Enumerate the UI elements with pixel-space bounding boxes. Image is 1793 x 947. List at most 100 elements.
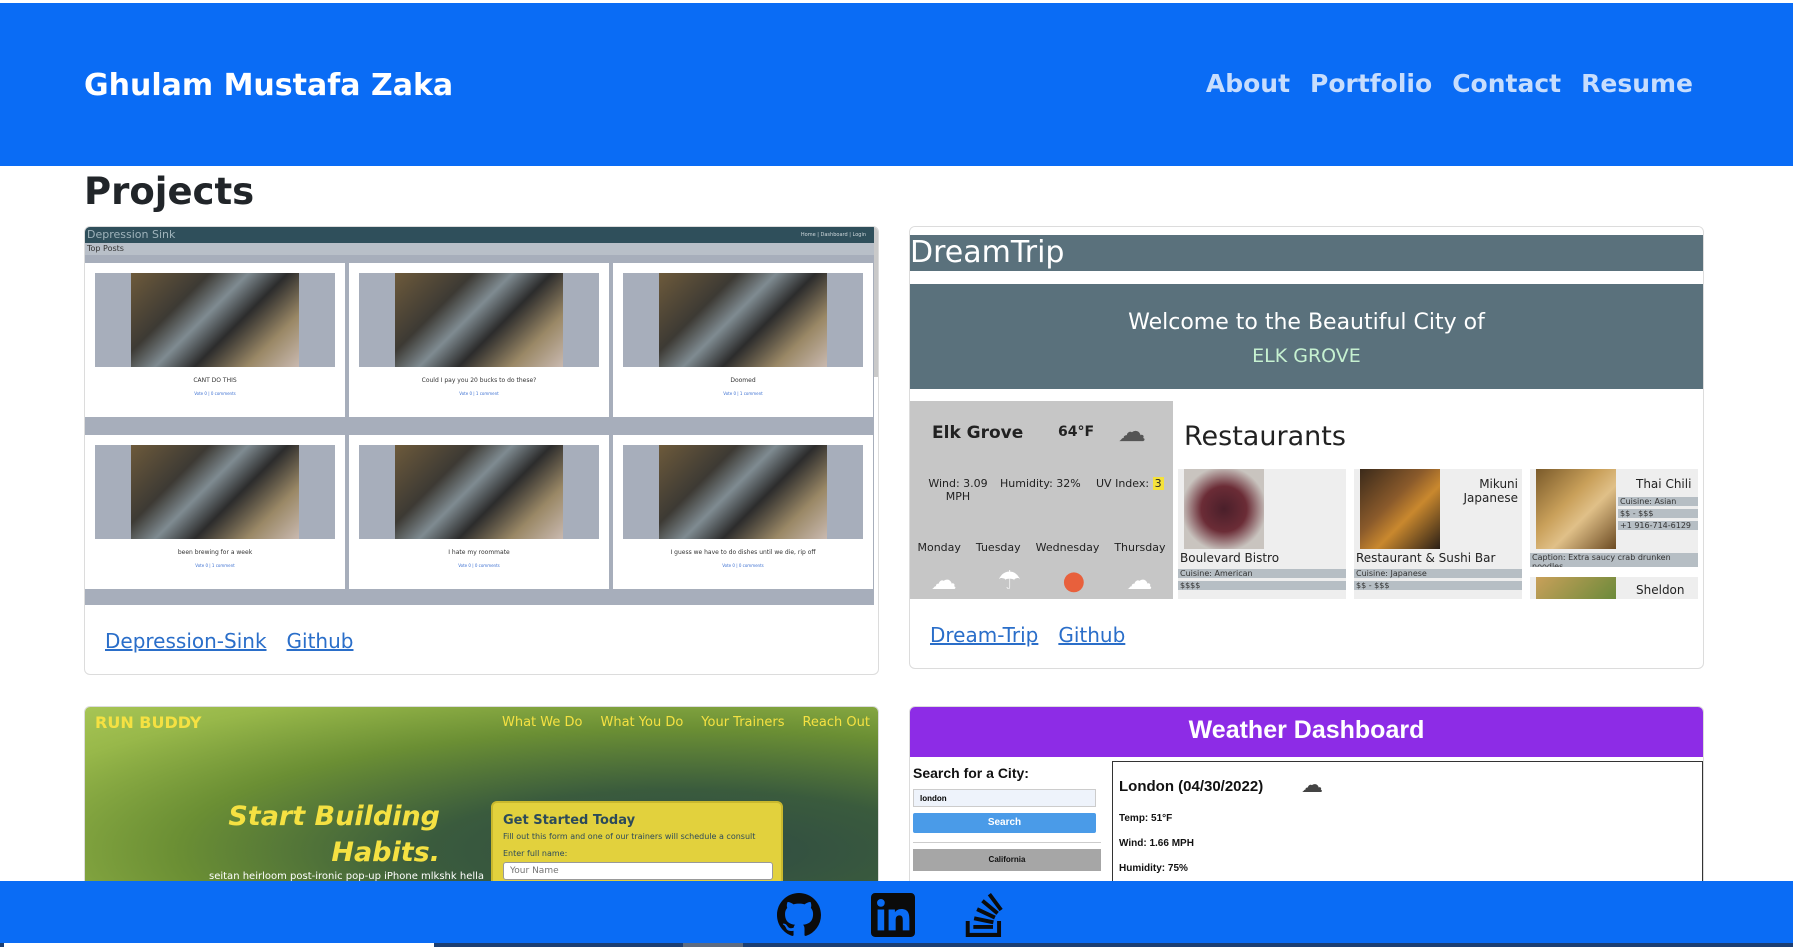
- restaurant-tag: Mikuni Japanese: [1463, 477, 1519, 505]
- depression-sink-link[interactable]: Depression-Sink: [105, 629, 267, 653]
- form-title: Get Started Today: [503, 813, 636, 828]
- nav-contact[interactable]: Contact: [1452, 69, 1561, 98]
- restaurant-image: [1184, 469, 1264, 549]
- project-links: Dream-Trip Github: [930, 623, 1125, 647]
- restaurant-caption: Caption: Extra saucy crab drunken noodle…: [1530, 553, 1698, 567]
- preview-post: CANT DO THIS Vote 0 | 0 comments: [85, 263, 345, 417]
- preview-hero: Welcome to the Beautiful City of ELK GRO…: [910, 284, 1703, 389]
- linkedin-icon[interactable]: [871, 893, 915, 937]
- preview-app-title: DreamTrip: [910, 235, 1703, 271]
- post-caption: I hate my roommate: [448, 549, 510, 556]
- stackoverflow-icon[interactable]: [963, 893, 1007, 937]
- weather-humidity: Humidity: 32%: [1000, 477, 1081, 490]
- current-humidity: Humidity: 75%: [1119, 863, 1188, 874]
- brand-name[interactable]: Ghulam Mustafa Zaka: [84, 68, 453, 103]
- cloud-icon: ☁: [1118, 415, 1146, 448]
- nav-resume[interactable]: Resume: [1581, 69, 1693, 98]
- post-meta: Vote 0 | 0 comments: [722, 563, 764, 568]
- cloud-icon: ☁: [930, 566, 957, 596]
- forecast-icons: ☁ ☂ ● ☁: [910, 566, 1173, 596]
- restaurants-title: Restaurants: [1184, 421, 1346, 452]
- divider: [913, 842, 1101, 843]
- restaurant-name: Boulevard Bistro: [1180, 551, 1280, 565]
- preview-subheader: Top Posts: [85, 243, 874, 255]
- depression-sink-github-link[interactable]: Github: [287, 629, 354, 653]
- page-title: Projects: [84, 170, 255, 213]
- current-wind: Wind: 1.66 MPH: [1119, 838, 1194, 849]
- forecast-day: Wednesday: [1035, 541, 1100, 554]
- history-city-button: California: [913, 849, 1101, 871]
- post-meta: Vote 0 | 1 comment: [195, 563, 235, 568]
- post-meta: Vote 0 | 1 comment: [723, 391, 763, 396]
- preview-nav-item: What We Do: [502, 715, 583, 730]
- preview-weather-panel: Elk Grove 64°F ☁ Wind: 3.09 MPH Humidity…: [910, 401, 1173, 599]
- horizontal-scrollbar[interactable]: [0, 943, 1793, 947]
- weather-city: Elk Grove: [932, 423, 1024, 443]
- form-subtitle: Fill out this form and one of our traine…: [503, 832, 756, 841]
- preview-nav: What We Do What You Do Your Trainers Rea…: [502, 715, 870, 730]
- restaurant-name: Restaurant & Sushi Bar: [1356, 551, 1496, 565]
- restaurant-price: $$$$: [1178, 581, 1346, 590]
- post-caption: Doomed: [730, 377, 756, 384]
- preview-search-panel: Search for a City: Search California: [913, 765, 1103, 871]
- restaurant-price: $$ - $$$: [1354, 581, 1522, 590]
- preview-title: Weather Dashboard: [910, 707, 1703, 757]
- post-meta: Vote 0 | 0 comments: [458, 563, 500, 568]
- hero-welcome: Welcome to the Beautiful City of: [1128, 310, 1485, 335]
- post-image: [95, 445, 335, 539]
- preview-post: I guess we have to do dishes until we di…: [613, 435, 873, 589]
- preview-nav-text: Home | Dashboard | Login: [800, 232, 866, 238]
- project-screenshot[interactable]: DreamTrip Welcome to the Beautiful City …: [910, 227, 1703, 599]
- restaurant-card: Boulevard Bistro Cuisine: American $$$$: [1178, 469, 1346, 599]
- restaurant-image: [1536, 577, 1616, 599]
- scrollbar-marker: [683, 943, 743, 947]
- site-header: Ghulam Mustafa Zaka About Portfolio Cont…: [0, 3, 1793, 166]
- project-card-depression-sink: Depression Sink Home | Dashboard | Login…: [84, 226, 879, 675]
- post-meta: Vote 0 | 1 comment: [459, 391, 499, 396]
- hero-line: Habits.: [331, 837, 440, 868]
- hero-line: Start Building: [228, 801, 440, 832]
- nav-portfolio[interactable]: Portfolio: [1310, 69, 1432, 98]
- forecast-day: Monday: [917, 541, 961, 554]
- preview-restaurants: Restaurants Boulevard Bistro Cuisine: Am…: [1178, 401, 1703, 599]
- uv-label: UV Index:: [1096, 477, 1150, 490]
- preview-nav-item: What You Do: [600, 715, 684, 730]
- restaurant-price: $$ - $$$: [1618, 509, 1698, 518]
- restaurant-card: Sheldon: [1530, 577, 1698, 599]
- post-caption: Could I pay you 20 bucks to do these?: [421, 377, 537, 384]
- post-caption: been brewing for a week: [177, 549, 253, 556]
- dream-trip-link[interactable]: Dream-Trip: [930, 623, 1038, 647]
- restaurant-phone: +1 916-714-6129: [1618, 521, 1698, 530]
- current-temp: Temp: 51°F: [1119, 813, 1173, 824]
- main-nav: About Portfolio Contact Resume: [1206, 69, 1693, 98]
- rain-cloud-icon: ☂: [997, 566, 1022, 596]
- dream-trip-github-link[interactable]: Github: [1058, 623, 1125, 647]
- preview-hero-text: Start Building Habits.: [228, 799, 440, 871]
- name-input: [503, 862, 773, 880]
- github-icon[interactable]: [777, 893, 821, 937]
- preview-scrollbar: [874, 227, 878, 377]
- preview-nav-item: Reach Out: [802, 715, 870, 730]
- city-search-input: [913, 789, 1096, 807]
- preview-post: Doomed Vote 0 | 1 comment: [613, 263, 873, 417]
- restaurant-name: Sheldon: [1636, 583, 1685, 597]
- forecast-days: Monday Tuesday Wednesday Thursday: [910, 541, 1173, 554]
- weather-temp: 64°F: [1058, 424, 1095, 440]
- project-card-dream-trip: DreamTrip Welcome to the Beautiful City …: [909, 226, 1704, 669]
- post-image: [359, 445, 599, 539]
- preview-post: been brewing for a week Vote 0 | 1 comme…: [85, 435, 345, 589]
- weather-uv: UV Index: 3: [1096, 477, 1164, 490]
- preview-post: Could I pay you 20 bucks to do these? Vo…: [349, 263, 609, 417]
- nav-about[interactable]: About: [1206, 69, 1290, 98]
- project-screenshot[interactable]: Depression Sink Home | Dashboard | Login…: [85, 227, 874, 605]
- current-city-date: London (04/30/2022): [1119, 778, 1264, 795]
- preview-post: I hate my roommate Vote 0 | 0 comments: [349, 435, 609, 589]
- form-label: Enter full name:: [503, 849, 568, 858]
- scrollbar-thumb[interactable]: [4, 943, 434, 947]
- sun-icon: ●: [1062, 566, 1086, 596]
- cloud-icon: ☁: [1126, 566, 1153, 596]
- post-caption: CANT DO THIS: [193, 377, 237, 384]
- post-image: [623, 273, 863, 367]
- post-image: [95, 273, 335, 367]
- preview-logo: RUN BUDDY: [95, 713, 202, 732]
